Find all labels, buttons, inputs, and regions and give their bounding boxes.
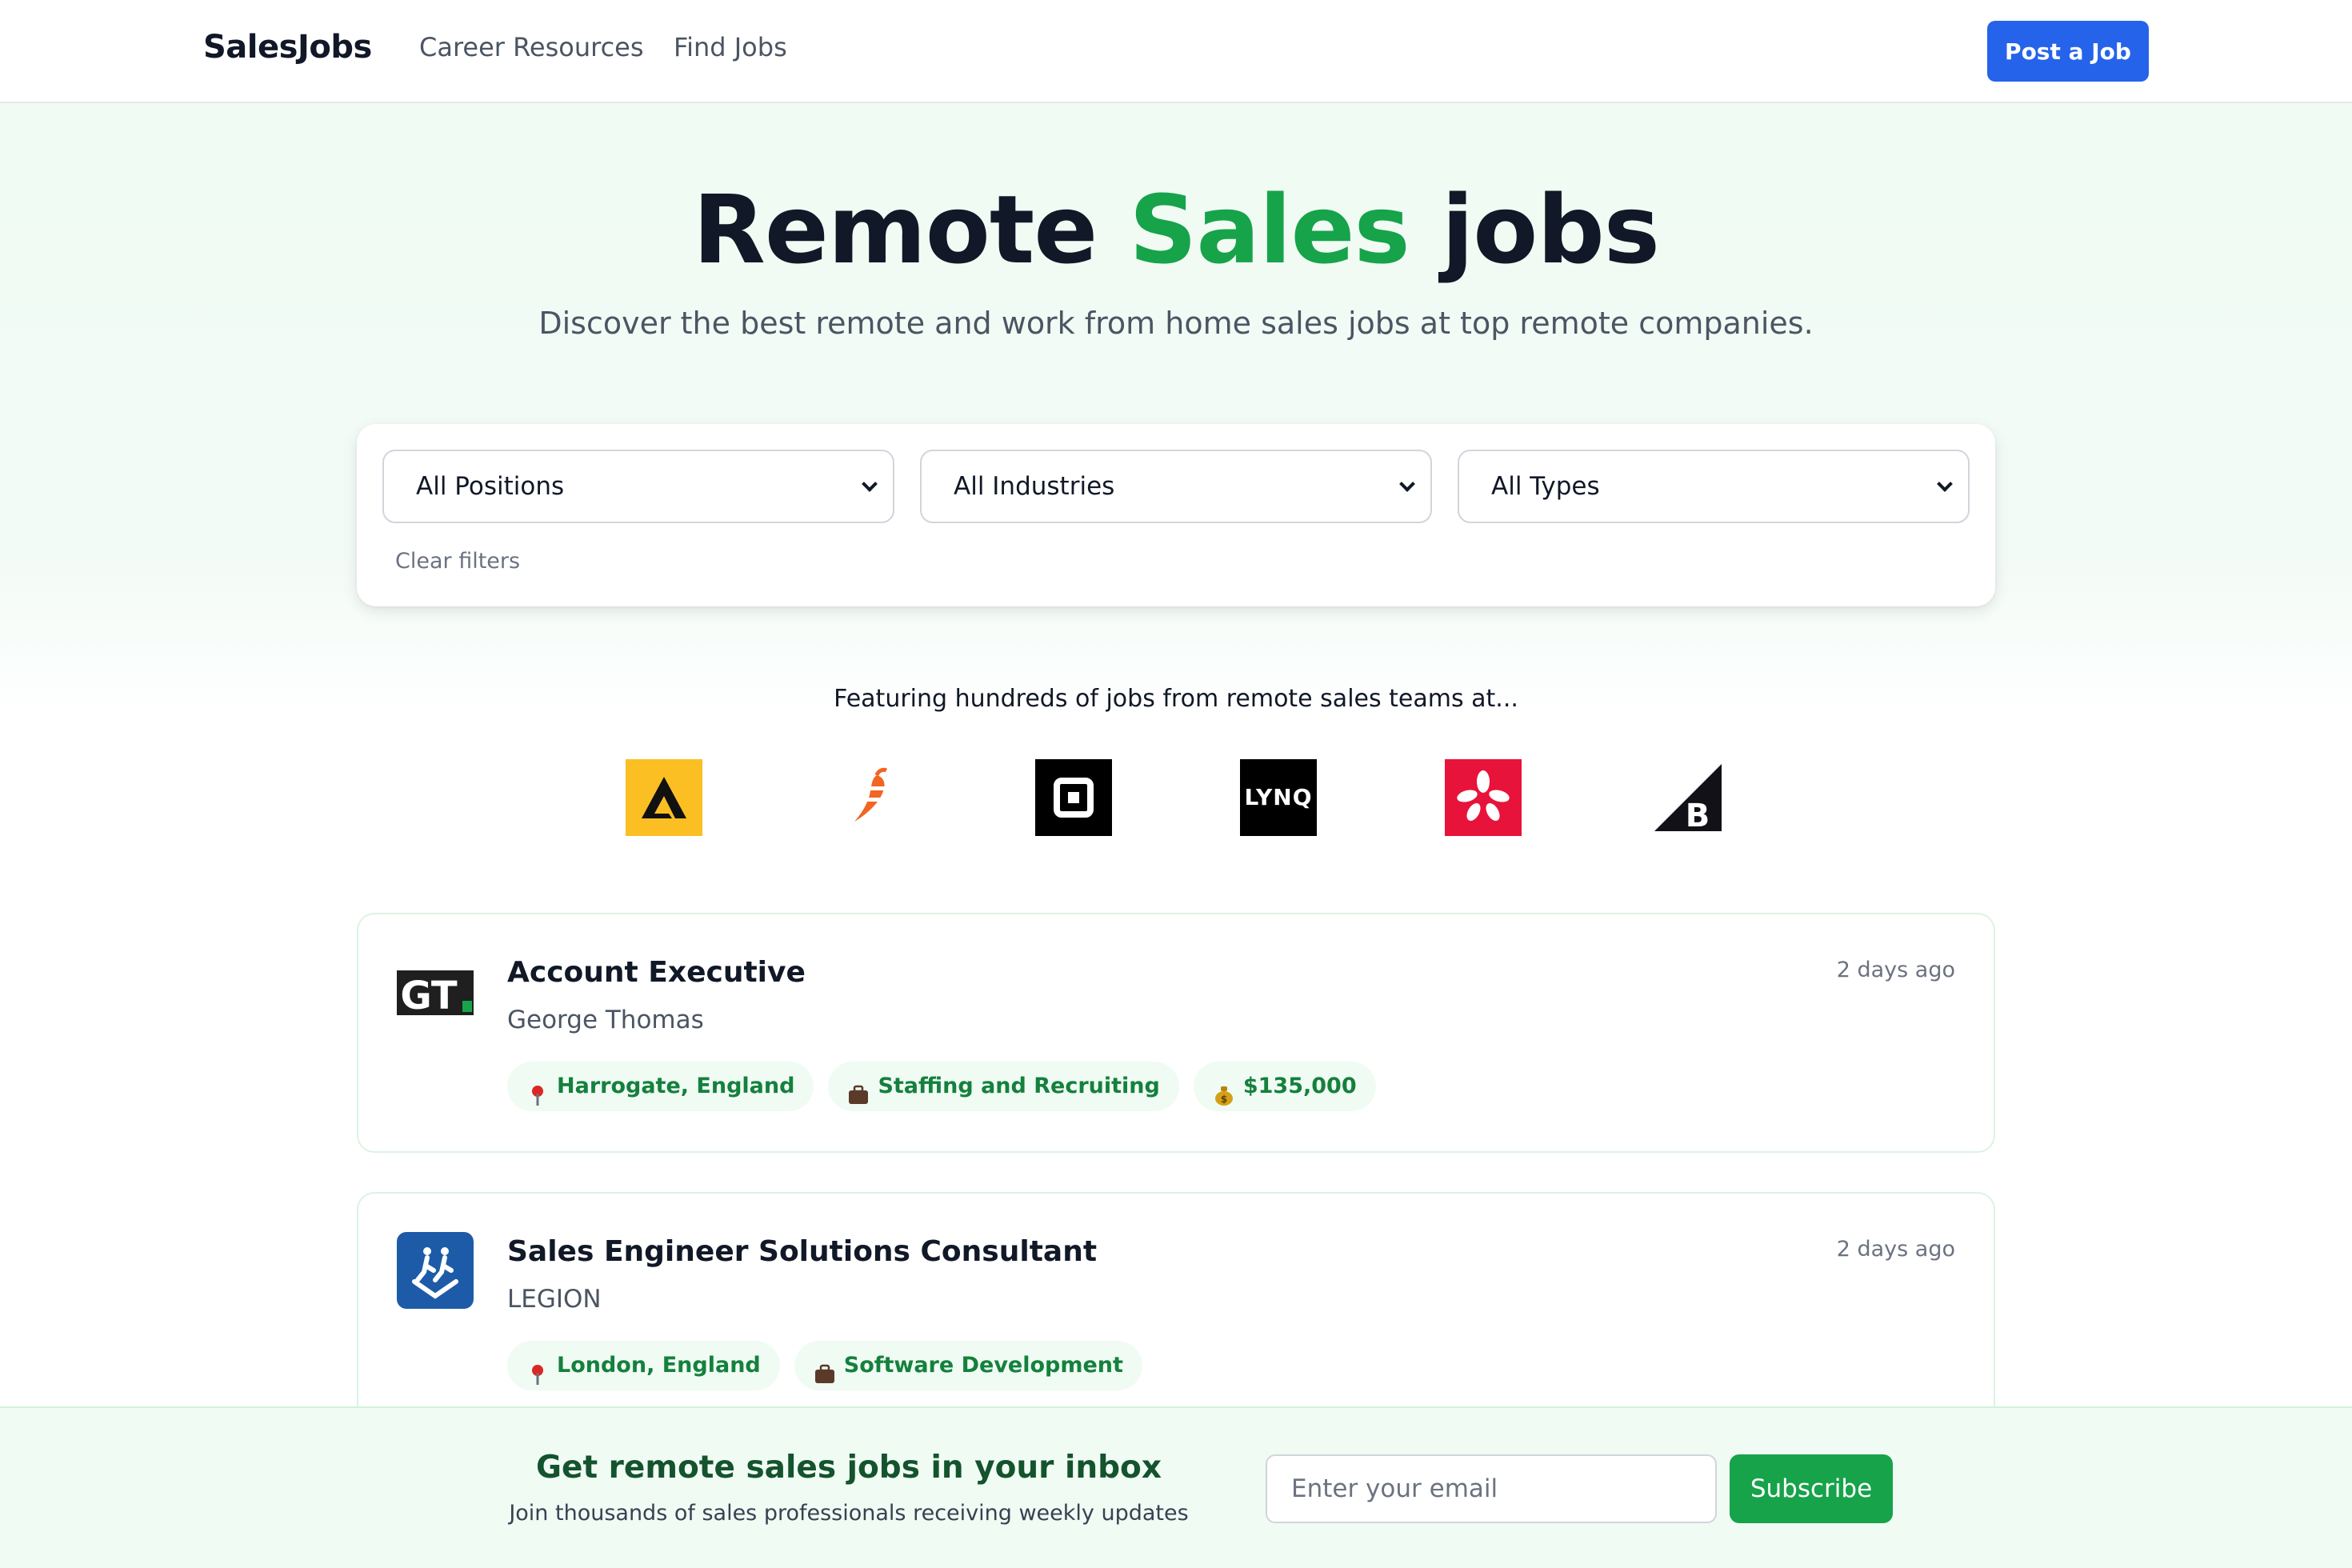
- job-card[interactable]: GT Account Executive George Thomas 2 day…: [357, 913, 1995, 1153]
- gt-logo-text: GT: [400, 974, 458, 1018]
- salary-text: $135,000: [1242, 1074, 1357, 1098]
- hero-subtitle: Discover the best remote and work from h…: [538, 306, 1814, 341]
- briefcase-icon: [847, 1075, 870, 1104]
- industry-text: Software Development: [843, 1353, 1123, 1378]
- top-nav: SalesJobs Career Resources Find Jobs Pos…: [0, 0, 2352, 103]
- chevron-down-icon: [1937, 476, 1953, 492]
- title-jobs: jobs: [1441, 174, 1660, 285]
- briefcase-icon: [814, 1354, 836, 1383]
- filter-panel: All Positions All Industries All Types C…: [357, 424, 1995, 606]
- location-text: London, England: [557, 1353, 761, 1378]
- subscribe-button[interactable]: Subscribe: [1730, 1454, 1893, 1523]
- chevron-down-icon: [862, 476, 878, 492]
- svg-text:$: $: [1221, 1094, 1227, 1105]
- chevron-down-icon: [1399, 476, 1415, 492]
- email-input[interactable]: [1266, 1454, 1717, 1523]
- job-posted-date: 2 days ago: [1836, 1237, 1955, 1262]
- lynq-logo[interactable]: LYNQ: [1240, 759, 1317, 836]
- job-company: LEGION: [507, 1285, 602, 1314]
- salary-tag: $ $135,000: [1193, 1062, 1376, 1111]
- company-logo-gt: GT: [397, 953, 474, 1030]
- job-company: George Thomas: [507, 1006, 704, 1034]
- svg-text:B: B: [1686, 798, 1710, 834]
- arrow-a-logo[interactable]: [626, 759, 702, 836]
- post-job-button[interactable]: Post a Job: [1987, 21, 2149, 82]
- pepper-logo[interactable]: [830, 759, 907, 836]
- industry-tag: Software Development: [794, 1341, 1142, 1390]
- job-tags: Harrogate, England Staffing and Recruiti…: [507, 1062, 1376, 1111]
- title-remote: Remote: [692, 174, 1098, 285]
- square-logo[interactable]: [1035, 759, 1112, 836]
- pin-icon: [526, 1075, 549, 1106]
- location-tag: Harrogate, England: [507, 1062, 814, 1111]
- pin-icon: [526, 1354, 549, 1385]
- type-select-value: All Types: [1491, 472, 1600, 501]
- position-select[interactable]: All Positions: [382, 450, 894, 523]
- nav-find-jobs[interactable]: Find Jobs: [674, 32, 787, 62]
- position-select-value: All Positions: [416, 472, 565, 501]
- newsletter-bar: Get remote sales jobs in your inbox Join…: [0, 1406, 2352, 1568]
- industry-tag: Staffing and Recruiting: [828, 1062, 1179, 1111]
- industry-select[interactable]: All Industries: [920, 450, 1432, 523]
- location-text: Harrogate, England: [557, 1074, 795, 1098]
- job-posted-date: 2 days ago: [1836, 958, 1955, 982]
- industry-text: Staffing and Recruiting: [878, 1074, 1160, 1098]
- industry-select-value: All Industries: [954, 472, 1115, 501]
- money-bag-icon: $: [1213, 1075, 1235, 1106]
- bigcommerce-logo[interactable]: B: [1650, 759, 1726, 836]
- brand-logo[interactable]: SalesJobs: [203, 29, 372, 66]
- title-accent: Sales: [1129, 174, 1410, 285]
- clear-filters-link[interactable]: Clear filters: [395, 549, 520, 574]
- yelp-logo[interactable]: [1445, 759, 1522, 836]
- job-title[interactable]: Account Executive: [507, 956, 806, 989]
- nav-career-resources[interactable]: Career Resources: [419, 32, 644, 62]
- page-title: Remote Sales jobs: [0, 174, 2352, 285]
- company-logo-legion: [397, 1232, 474, 1309]
- location-tag: London, England: [507, 1341, 780, 1390]
- featuring-text: Featuring hundreds of jobs from remote s…: [834, 685, 1518, 713]
- type-select[interactable]: All Types: [1458, 450, 1970, 523]
- job-tags: London, England Software Development: [507, 1341, 1142, 1390]
- job-title[interactable]: Sales Engineer Solutions Consultant: [507, 1235, 1097, 1268]
